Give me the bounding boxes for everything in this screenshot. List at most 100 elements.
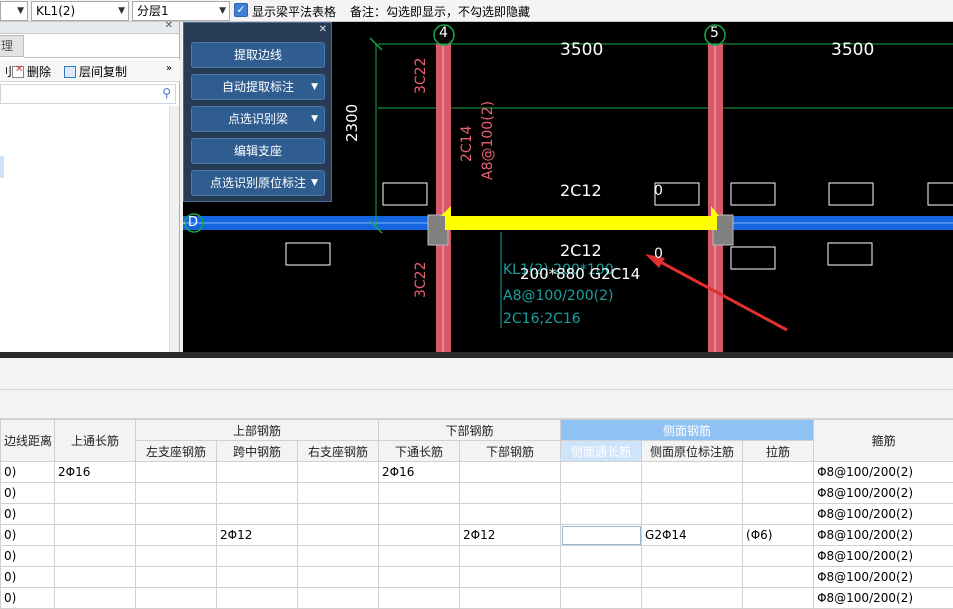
cell-bottom-through[interactable] <box>379 504 460 525</box>
cell-side-original[interactable] <box>642 504 743 525</box>
table-row[interactable]: 0) Φ8@100/200(2) <box>1 483 953 504</box>
cell-top-through[interactable] <box>55 588 136 609</box>
search-input[interactable]: ⚲ <box>0 84 176 104</box>
cell-stirrup[interactable]: Φ8@100/200(2) <box>814 567 953 588</box>
cell-right-support[interactable] <box>298 504 379 525</box>
cell-edge[interactable]: 0) <box>1 588 55 609</box>
cell-bottom-rebar[interactable] <box>460 504 561 525</box>
table-row[interactable]: 0) 2Φ12 2Φ12 G2Φ14 (Φ6) Φ8@100/200(2) <box>1 525 953 546</box>
header-side-original[interactable]: 侧面原位标注筋 <box>642 441 743 462</box>
toolbar-edge-icon[interactable]: 刂 <box>0 63 12 80</box>
cell-left-support[interactable] <box>136 546 217 567</box>
cell-top-through[interactable] <box>55 504 136 525</box>
cell-right-support[interactable] <box>298 483 379 504</box>
cell-mid-span[interactable] <box>217 588 298 609</box>
cell-bottom-rebar[interactable] <box>460 588 561 609</box>
cell-stirrup[interactable]: Φ8@100/200(2) <box>814 546 953 567</box>
extract-edge-button[interactable]: 提取边线 <box>191 42 325 68</box>
cell-top-through[interactable] <box>55 525 136 546</box>
cell-side-original[interactable] <box>642 567 743 588</box>
cell-side-through[interactable] <box>561 462 642 483</box>
cell-bottom-through[interactable] <box>379 546 460 567</box>
cell-bottom-rebar[interactable] <box>460 546 561 567</box>
cell-right-support[interactable] <box>298 567 379 588</box>
tree-selected-row[interactable] <box>0 156 4 178</box>
cell-top-through[interactable] <box>55 546 136 567</box>
cell-side-original[interactable] <box>642 483 743 504</box>
cell-top-through[interactable] <box>55 567 136 588</box>
floor-select[interactable]: 分层1 ▼ <box>132 1 230 21</box>
cell-right-support[interactable] <box>298 525 379 546</box>
cell-right-support[interactable] <box>298 588 379 609</box>
cell-tie[interactable] <box>743 567 814 588</box>
header-right-support[interactable]: 右支座钢筋 <box>298 441 379 462</box>
left-panel-tab[interactable]: 理 <box>0 35 24 57</box>
close-icon[interactable]: ✕ <box>319 24 327 35</box>
beam-select[interactable]: KL1(2) ▼ <box>31 1 129 21</box>
cell-edge[interactable]: 0) <box>1 567 55 588</box>
cell-edge[interactable]: 0) <box>1 525 55 546</box>
cell-mid-span[interactable]: 2Φ12 <box>217 525 298 546</box>
cell-stirrup[interactable]: Φ8@100/200(2) <box>814 525 953 546</box>
layer-copy-button[interactable]: 层间复制 <box>64 63 127 80</box>
cell-side-through[interactable] <box>561 567 642 588</box>
cell-bottom-rebar[interactable]: 2Φ12 <box>460 525 561 546</box>
header-stirrup[interactable]: 箍筋 <box>814 420 953 462</box>
table-row[interactable]: 0) Φ8@100/200(2) <box>1 504 953 525</box>
cell-stirrup[interactable]: Φ8@100/200(2) <box>814 588 953 609</box>
more-icon[interactable]: » <box>166 63 172 74</box>
cell-bottom-rebar[interactable] <box>460 567 561 588</box>
show-table-label[interactable]: 显示梁平法表格 <box>252 3 336 20</box>
cell-left-support[interactable] <box>136 462 217 483</box>
cell-edge[interactable]: 0) <box>1 462 55 483</box>
cell-tie[interactable] <box>743 462 814 483</box>
cell-bottom-rebar[interactable] <box>460 462 561 483</box>
left-scrollbar[interactable] <box>169 106 179 352</box>
cell-stirrup[interactable]: Φ8@100/200(2) <box>814 504 953 525</box>
cell-mid-span[interactable] <box>217 546 298 567</box>
auto-extract-annotation-button[interactable]: 自动提取标注▼ <box>191 74 325 100</box>
cell-tie[interactable] <box>743 546 814 567</box>
cell-stirrup[interactable]: Φ8@100/200(2) <box>814 483 953 504</box>
header-side-through[interactable]: 侧面通长筋 <box>561 441 642 462</box>
show-table-checkbox[interactable]: ✓ <box>234 3 248 17</box>
edit-support-button[interactable]: 编辑支座 <box>191 138 325 164</box>
cell-mid-span[interactable] <box>217 483 298 504</box>
cell-side-through[interactable] <box>561 483 642 504</box>
pick-recognize-beam-button[interactable]: 点选识别梁▼ <box>191 106 325 132</box>
table-row[interactable]: 0) Φ8@100/200(2) <box>1 567 953 588</box>
cell-side-through[interactable] <box>561 588 642 609</box>
cell-top-through[interactable]: 2Φ16 <box>55 462 136 483</box>
cell-bottom-through[interactable] <box>379 588 460 609</box>
cell-side-through[interactable] <box>561 525 642 546</box>
cell-tie[interactable]: (Φ6) <box>743 525 814 546</box>
cell-bottom-through[interactable] <box>379 567 460 588</box>
cell-top-through[interactable] <box>55 483 136 504</box>
cell-edge[interactable]: 0) <box>1 546 55 567</box>
cell-mid-span[interactable] <box>217 462 298 483</box>
cell-bottom-through[interactable]: 2Φ16 <box>379 462 460 483</box>
cell-stirrup[interactable]: Φ8@100/200(2) <box>814 462 953 483</box>
header-top-through[interactable]: 上通长筋 <box>55 420 136 462</box>
cell-right-support[interactable] <box>298 546 379 567</box>
cell-mid-span[interactable] <box>217 567 298 588</box>
table-row[interactable]: 0) 2Φ16 2Φ16 Φ8@100/200(2) <box>1 462 953 483</box>
cell-bottom-through[interactable] <box>379 483 460 504</box>
cell-left-support[interactable] <box>136 525 217 546</box>
cell-side-original[interactable] <box>642 462 743 483</box>
header-tie[interactable]: 拉筋 <box>743 441 814 462</box>
cell-side-through[interactable] <box>561 504 642 525</box>
cell-tie[interactable] <box>743 588 814 609</box>
cell-bottom-through[interactable] <box>379 525 460 546</box>
header-bottom-rebar[interactable]: 下部钢筋 <box>460 441 561 462</box>
cell-side-original[interactable]: G2Φ14 <box>642 525 743 546</box>
pick-recognize-original-button[interactable]: 点选识别原位标注▼ <box>191 170 325 196</box>
prev-combo[interactable]: ▼ <box>0 1 28 21</box>
cell-left-support[interactable] <box>136 504 217 525</box>
cell-mid-span[interactable] <box>217 504 298 525</box>
cell-left-support[interactable] <box>136 483 217 504</box>
header-side-rebar[interactable]: 侧面钢筋 <box>561 420 814 441</box>
cell-left-support[interactable] <box>136 588 217 609</box>
header-edge-distance[interactable]: 边线距离 <box>1 420 55 462</box>
cell-bottom-rebar[interactable] <box>460 483 561 504</box>
